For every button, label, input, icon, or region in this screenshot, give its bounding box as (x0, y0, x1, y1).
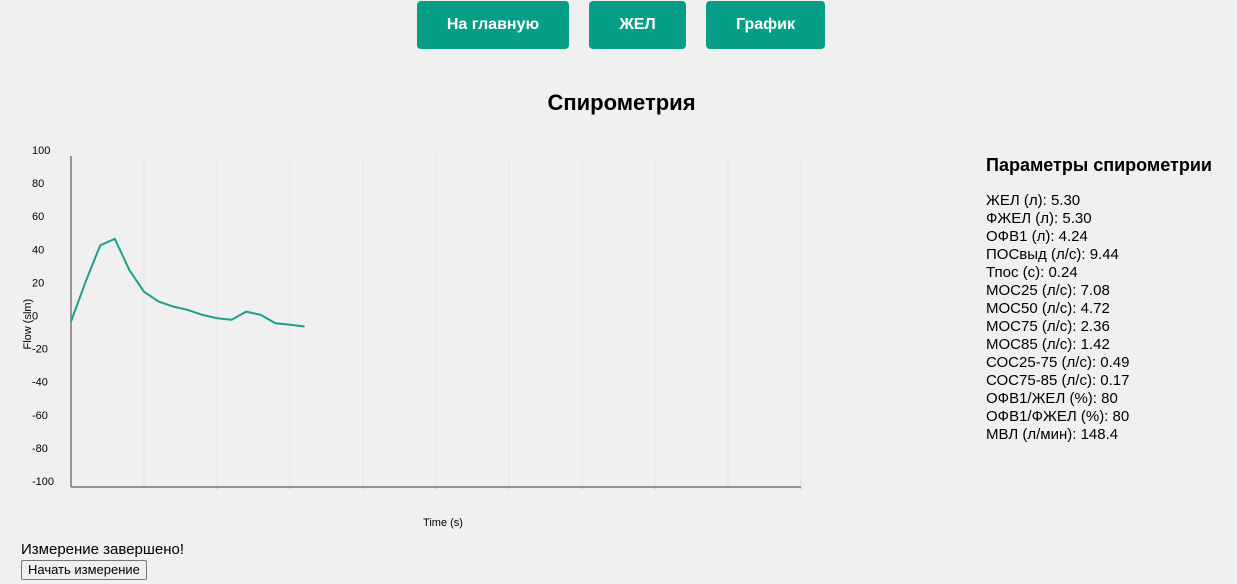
y-tick-label: -20 (32, 344, 48, 356)
home-button[interactable]: На главную (417, 1, 569, 49)
spirometry-page: На главную ЖЕЛ График Спирометрия 100 80 6… (0, 0, 1237, 584)
start-measurement-button[interactable]: Начать измерение (21, 560, 147, 580)
y-axis-label: Flow (slm) (22, 299, 34, 350)
chart-grid (143, 156, 802, 489)
chart-y-ticks: 100806040200-20-40-60-80-100 (32, 145, 54, 488)
param-row: МОС75 (л/с): 2.36 (986, 318, 1110, 335)
y-tick-label: 100 (32, 145, 50, 157)
chart-series (70, 237, 305, 328)
param-row: МОС25 (л/с): 7.08 (986, 282, 1110, 299)
param-row: ЖЕЛ (л): 5.30 (986, 192, 1081, 209)
param-row: Тпос (с): 0.24 (986, 264, 1078, 281)
y-tick-label: 20 (32, 277, 44, 289)
graph-button[interactable]: График (706, 1, 825, 49)
param-row: ОФВ1/ФЖЕЛ (%): 80 (986, 408, 1130, 425)
params-panel: Параметры спирометрии ЖЕЛ (л): 5.30 ФЖЕЛ … (986, 155, 1236, 444)
params-heading: Параметры спирометрии (986, 155, 1212, 175)
param-row: СОС75-85 (л/с): 0.17 (986, 372, 1130, 389)
y-tick-label: -40 (32, 377, 48, 389)
y-tick-label: 60 (32, 211, 44, 223)
status-text: Измерение завершено! (21, 541, 185, 558)
vc-button[interactable]: ЖЕЛ (589, 1, 686, 49)
y-tick-label: 80 (32, 178, 44, 190)
param-row: МОС85 (л/с): 1.42 (986, 336, 1110, 353)
top-nav: На главную ЖЕЛ График (0, 1, 1237, 49)
param-row: ОФВ1 (л): 4.24 (986, 228, 1088, 245)
x-axis-label: Time (s) (423, 517, 463, 529)
flow-series-line (70, 237, 305, 328)
param-row: ПОСвыд (л/с): 9.44 (986, 246, 1119, 263)
params-list: ЖЕЛ (л): 5.30 ФЖЕЛ (л): 5.30 ОФВ1 (л): 4.2… (986, 192, 1236, 444)
y-tick-label: -60 (32, 410, 48, 422)
y-tick-label: -100 (32, 476, 54, 488)
param-row: СОС25-75 (л/с): 0.49 (986, 354, 1130, 371)
param-row: ОФВ1/ЖЕЛ (%): 80 (986, 390, 1118, 407)
flow-chart: 100 80 60 40 20 0 -20 -40 -60 -80 -100 Flow (slm) … (0, 140, 820, 535)
param-row: ФЖЕЛ (л): 5.30 (986, 210, 1092, 227)
param-row: МВЛ (л/мин): 148.4 (986, 426, 1119, 443)
flow-chart-svg: 100806040200-20-40-60-80-100 Flow (slm) … (22, 145, 802, 529)
y-tick-label: 40 (32, 244, 44, 256)
param-row: МОС50 (л/с): 4.72 (986, 300, 1110, 317)
page-title: Спирометрия (547, 90, 696, 115)
y-tick-label: -80 (32, 443, 48, 455)
